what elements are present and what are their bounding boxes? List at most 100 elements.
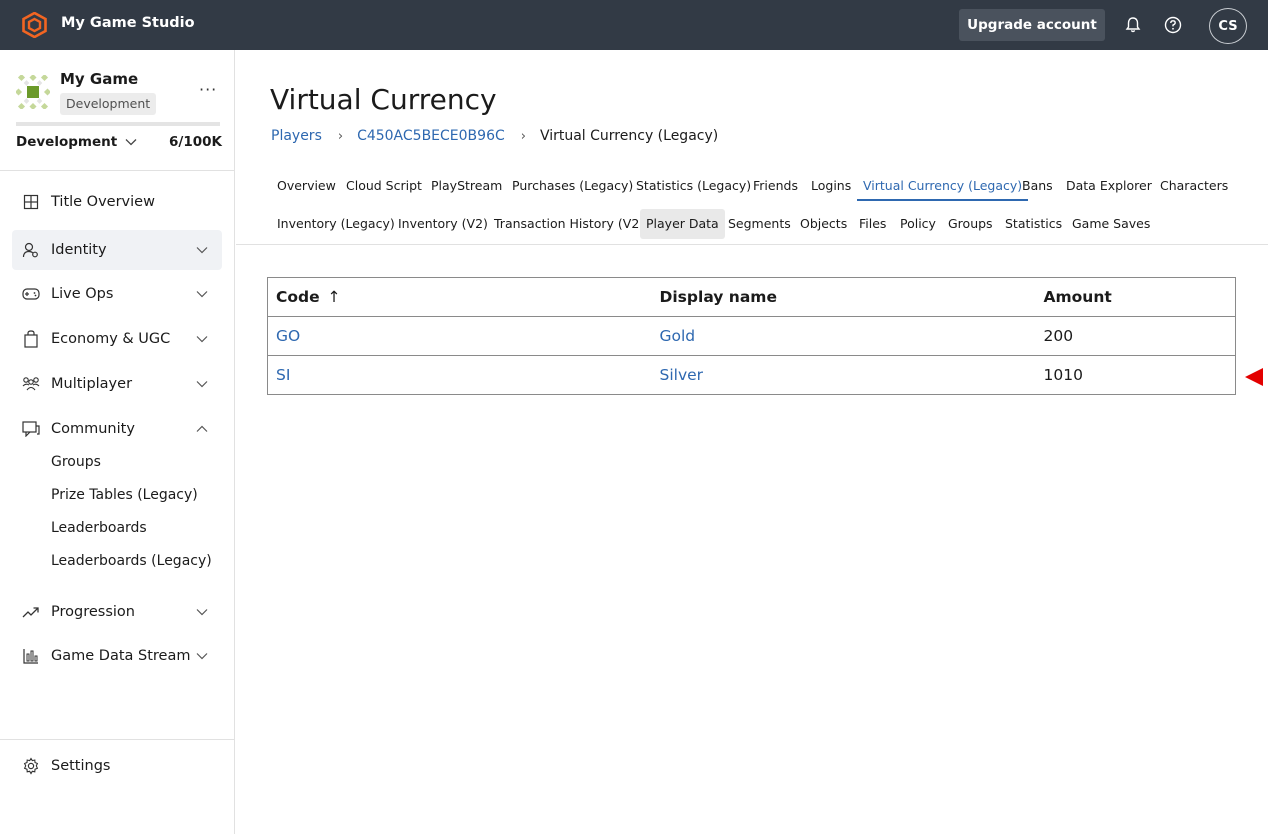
tab-player-data[interactable]: Player Data bbox=[640, 209, 725, 239]
help-icon[interactable] bbox=[1163, 15, 1183, 35]
tab-policy[interactable]: Policy bbox=[894, 209, 942, 239]
chevron-down-icon bbox=[125, 139, 137, 146]
sub-item-leaderboards[interactable]: Leaderboards bbox=[51, 520, 147, 536]
currency-name-link[interactable]: Gold bbox=[651, 316, 1036, 356]
tab-characters[interactable]: Characters bbox=[1154, 171, 1234, 201]
sidebar-divider bbox=[0, 739, 234, 740]
chevron-down-icon bbox=[196, 381, 208, 388]
shopping-bag-icon bbox=[22, 330, 40, 348]
virtual-currency-table: Code ↑ Display name Amount GO Gold 200 SI… bbox=[267, 277, 1236, 395]
breadcrumb: Players › C450AC5BECE0B96C › Virtual Cur… bbox=[271, 128, 718, 144]
top-bar: My Game Studio Upgrade account CS bbox=[0, 0, 1268, 50]
nav-label: Identity bbox=[51, 242, 107, 258]
user-avatar[interactable]: CS bbox=[1209, 8, 1247, 44]
environment-selector-label: Development bbox=[16, 134, 118, 150]
tab-logins[interactable]: Logins bbox=[805, 171, 857, 201]
tab-inventory-legacy[interactable]: Inventory (Legacy) bbox=[271, 209, 401, 239]
sub-item-groups[interactable]: Groups bbox=[51, 454, 101, 470]
tab-playstream[interactable]: PlayStream bbox=[425, 171, 508, 201]
tab-statistics[interactable]: Statistics bbox=[999, 209, 1068, 239]
nav-label: Title Overview bbox=[51, 194, 155, 210]
tab-friends[interactable]: Friends bbox=[747, 171, 804, 201]
currency-amount: 200 bbox=[1035, 316, 1236, 356]
nav-label: Live Ops bbox=[51, 286, 114, 302]
sidebar: My Game Development ··· Development 6/10… bbox=[0, 50, 235, 834]
tab-bans[interactable]: Bans bbox=[1016, 171, 1059, 201]
tab-objects[interactable]: Objects bbox=[794, 209, 853, 239]
nav-identity[interactable]: Identity bbox=[12, 230, 222, 270]
tab-purchases-legacy[interactable]: Purchases (Legacy) bbox=[506, 171, 639, 201]
tab-statistics-legacy[interactable]: Statistics (Legacy) bbox=[630, 171, 757, 201]
chevron-right-icon: › bbox=[520, 128, 526, 144]
trend-icon bbox=[22, 603, 40, 621]
environment-selector[interactable]: Development bbox=[16, 134, 137, 150]
nav-title-overview[interactable]: Title Overview bbox=[12, 182, 222, 222]
nav-multiplayer[interactable]: Multiplayer bbox=[12, 364, 222, 404]
tab-transaction-history-v2[interactable]: Transaction History (V2) bbox=[488, 209, 650, 239]
currency-code-link[interactable]: SI bbox=[268, 356, 652, 395]
column-header-label: Code bbox=[276, 288, 320, 306]
table-header-row: Code ↑ Display name Amount bbox=[267, 277, 1236, 317]
chevron-up-icon bbox=[196, 425, 208, 432]
chevron-down-icon bbox=[196, 653, 208, 660]
more-options-button[interactable]: ··· bbox=[199, 80, 217, 99]
sidebar-divider bbox=[0, 170, 234, 171]
nav-community[interactable]: Community bbox=[12, 409, 222, 449]
chevron-down-icon bbox=[196, 609, 208, 616]
grid-icon bbox=[22, 193, 40, 211]
tab-segments[interactable]: Segments bbox=[722, 209, 797, 239]
tab-inventory-v2[interactable]: Inventory (V2) bbox=[392, 209, 494, 239]
game-name[interactable]: My Game bbox=[60, 70, 138, 88]
nav-label: Settings bbox=[51, 758, 111, 774]
game-icon bbox=[16, 75, 50, 109]
tab-data-explorer[interactable]: Data Explorer bbox=[1060, 171, 1158, 201]
tab-cloud-script[interactable]: Cloud Script bbox=[340, 171, 428, 201]
red-arrow-marker-icon bbox=[1245, 368, 1263, 386]
breadcrumb-players[interactable]: Players bbox=[271, 128, 322, 144]
tabs-divider bbox=[236, 244, 1268, 245]
tab-overview[interactable]: Overview bbox=[271, 171, 342, 201]
people-icon bbox=[22, 375, 40, 393]
sub-item-prize-tables[interactable]: Prize Tables (Legacy) bbox=[51, 487, 198, 503]
nav-label: Game Data Stream bbox=[51, 648, 191, 664]
sort-ascending-icon: ↑ bbox=[327, 288, 341, 306]
breadcrumb-player-id[interactable]: C450AC5BECE0B96C bbox=[357, 128, 505, 144]
sub-item-leaderboards-legacy[interactable]: Leaderboards (Legacy) bbox=[51, 553, 212, 569]
studio-logo-icon[interactable] bbox=[22, 12, 47, 38]
usage-count: 6/100K bbox=[169, 134, 222, 150]
usage-bar bbox=[16, 122, 220, 126]
column-header-amount[interactable]: Amount bbox=[1035, 277, 1236, 317]
column-header-display-name[interactable]: Display name bbox=[651, 277, 1036, 317]
upgrade-account-button[interactable]: Upgrade account bbox=[959, 9, 1105, 41]
chevron-down-icon bbox=[196, 291, 208, 298]
gamepad-icon bbox=[22, 285, 40, 303]
tab-files[interactable]: Files bbox=[853, 209, 892, 239]
column-header-code[interactable]: Code ↑ bbox=[267, 277, 652, 317]
tab-groups[interactable]: Groups bbox=[942, 209, 999, 239]
table-row: GO Gold 200 bbox=[267, 316, 1236, 356]
table-row: SI Silver 1010 bbox=[268, 356, 1236, 395]
nav-label: Community bbox=[51, 421, 135, 437]
currency-amount: 1010 bbox=[1043, 366, 1083, 384]
environment-badge: Development bbox=[60, 93, 157, 115]
chevron-right-icon: › bbox=[337, 128, 344, 144]
chat-icon bbox=[22, 420, 40, 438]
nav-label: Multiplayer bbox=[51, 376, 133, 392]
nav-live-ops[interactable]: Live Ops bbox=[12, 274, 222, 314]
tab-game-saves[interactable]: Game Saves bbox=[1066, 209, 1156, 239]
chevron-down-icon bbox=[196, 336, 208, 343]
nav-game-data-stream[interactable]: Game Data Stream bbox=[12, 636, 222, 676]
gear-icon bbox=[22, 757, 40, 775]
bell-icon[interactable] bbox=[1123, 15, 1143, 35]
bar-chart-icon bbox=[22, 647, 40, 665]
chevron-down-icon bbox=[196, 247, 208, 254]
nav-settings[interactable]: Settings bbox=[12, 746, 222, 786]
tab-virtual-currency-legacy[interactable]: Virtual Currency (Legacy) bbox=[857, 171, 1029, 201]
page-title: Virtual Currency bbox=[270, 83, 497, 116]
nav-progression[interactable]: Progression bbox=[12, 592, 222, 632]
nav-economy-ugc[interactable]: Economy & UGC bbox=[12, 319, 222, 359]
currency-code-link[interactable]: GO bbox=[267, 316, 652, 356]
currency-name-link[interactable]: Silver bbox=[652, 356, 1036, 395]
studio-name[interactable]: My Game Studio bbox=[61, 15, 195, 31]
identity-icon bbox=[22, 241, 40, 259]
